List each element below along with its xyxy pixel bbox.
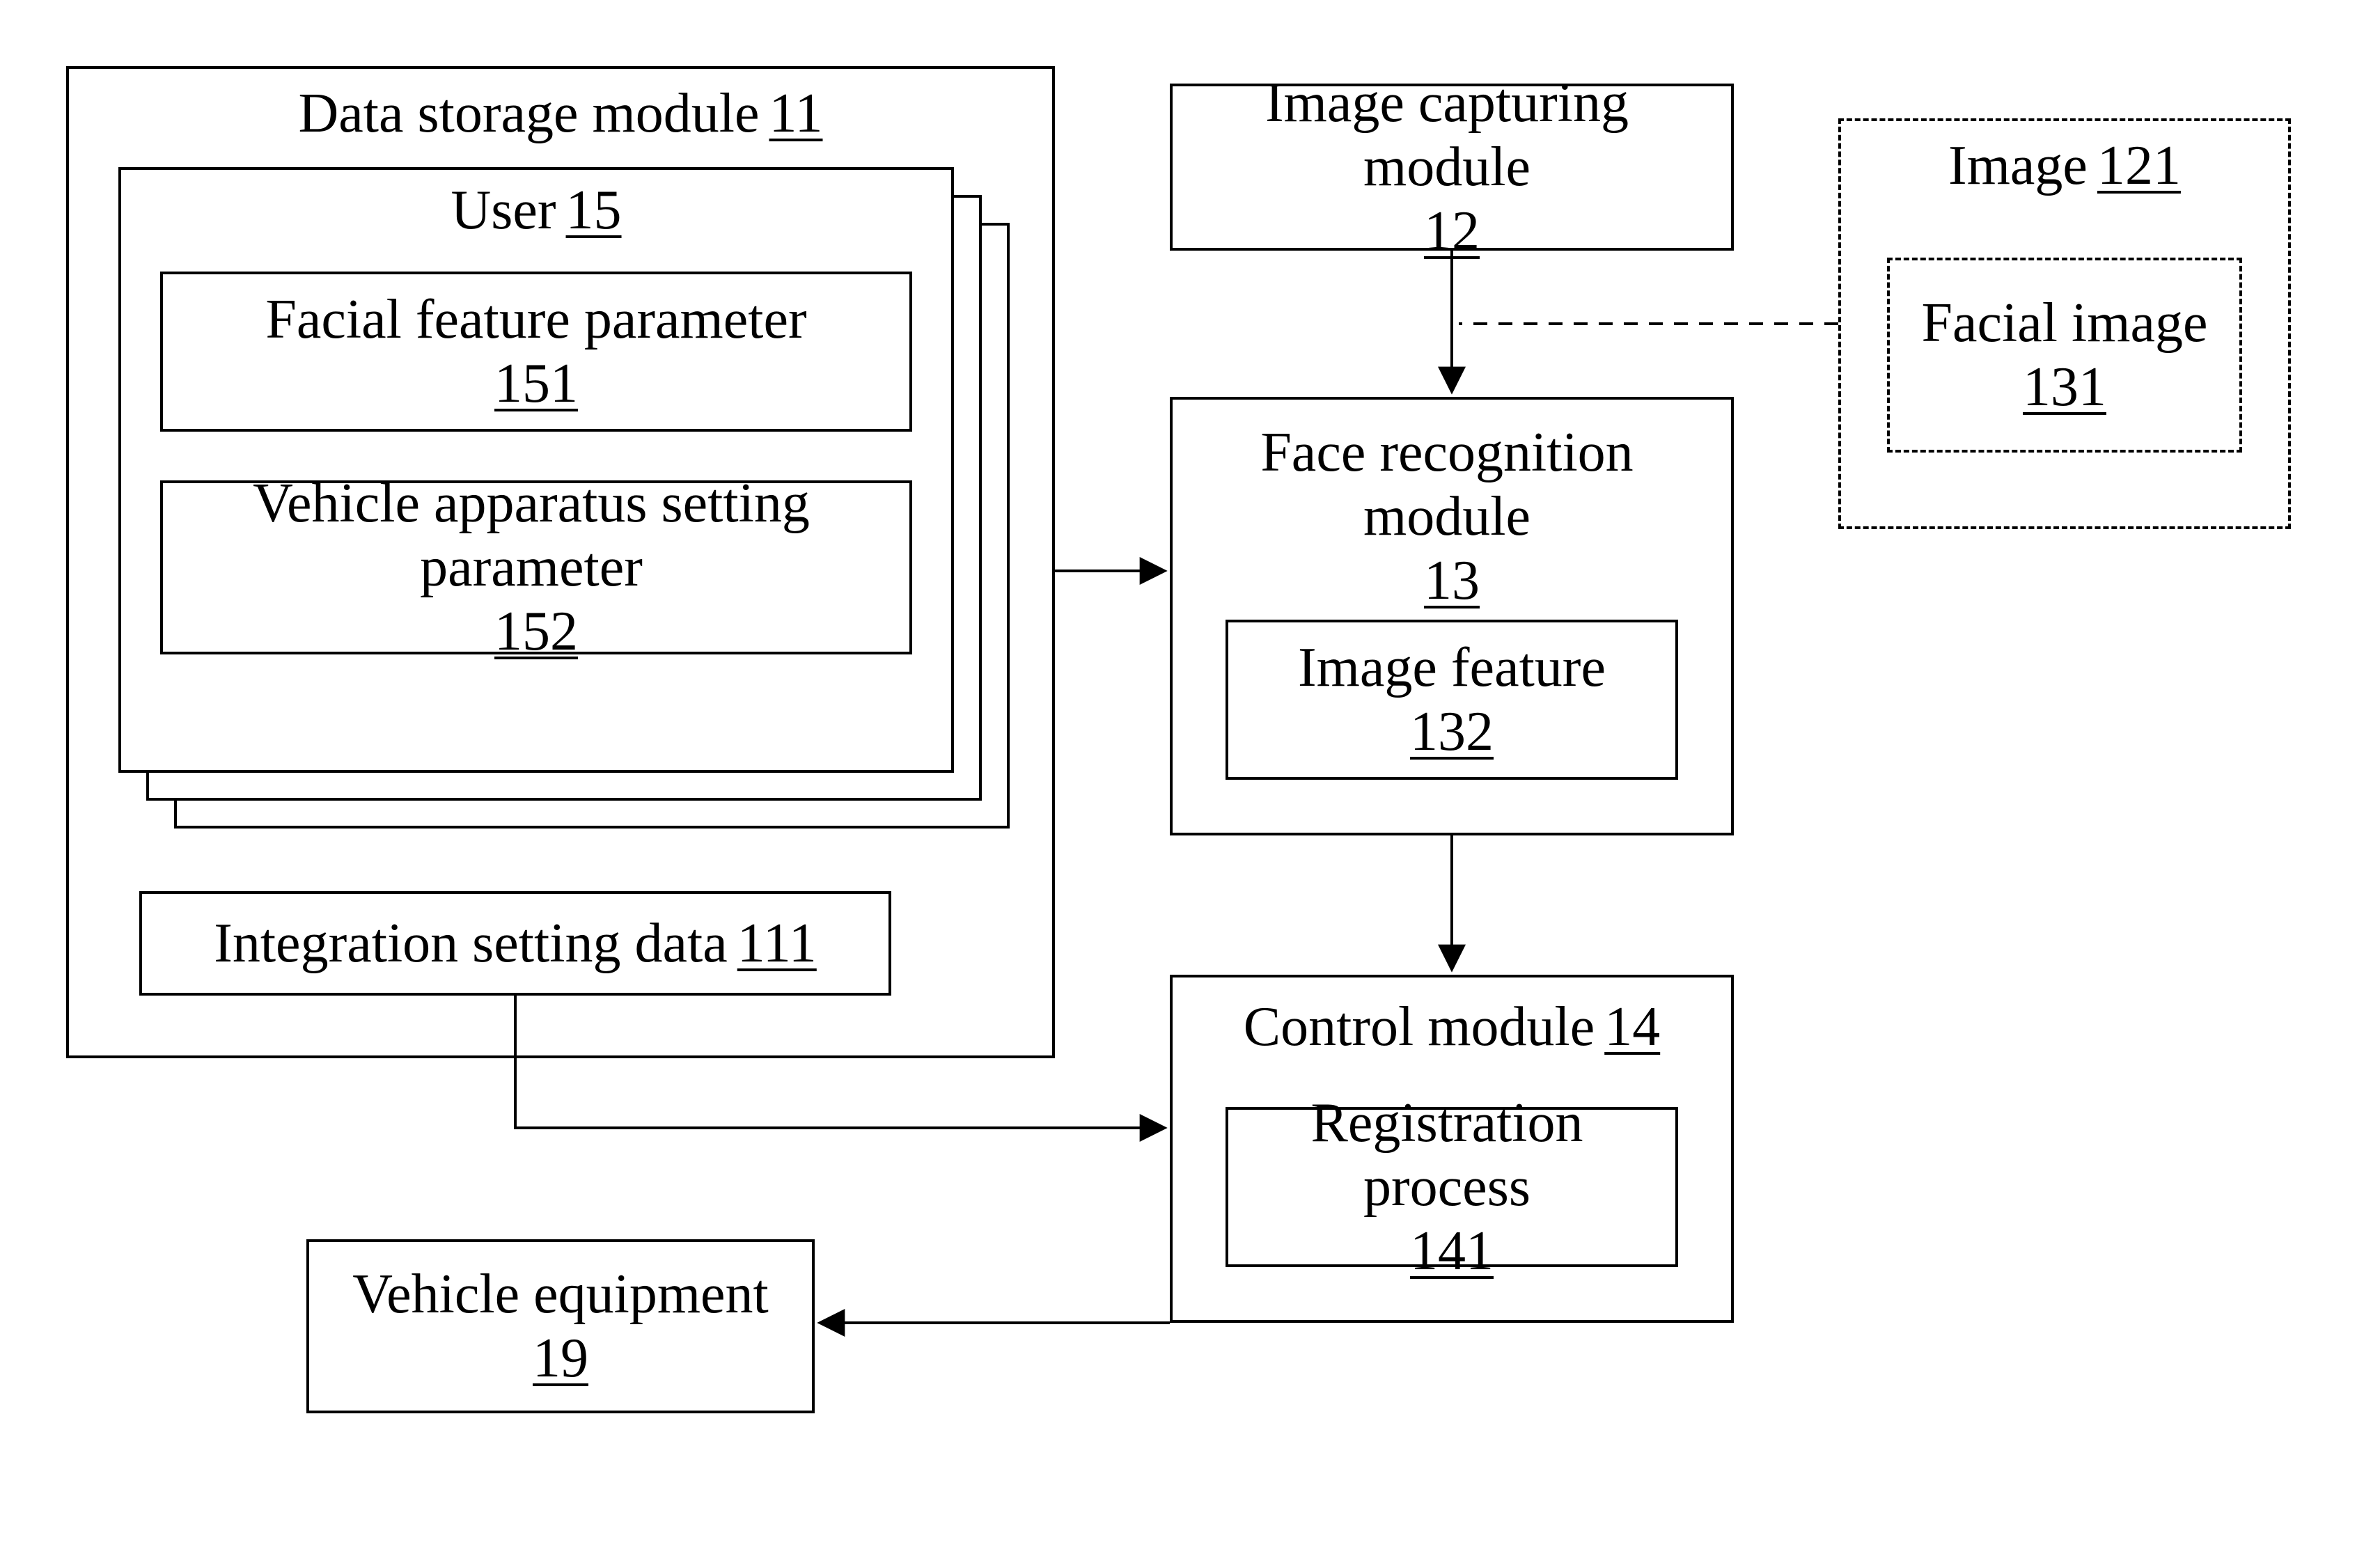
text-vehicle-setting-param: Vehicle apparatus setting parameter 152: [163, 471, 909, 663]
title-image: Image 121: [1948, 134, 2181, 198]
num-facial-feature-param: 151: [494, 352, 578, 416]
box-user: User 15: [118, 167, 954, 773]
box-integration-setting: Integration setting data 111: [139, 891, 891, 996]
title-integration-setting: Integration setting data 111: [214, 911, 817, 975]
label-registration-process: Registration process: [1242, 1091, 1652, 1219]
num-integration-setting: 111: [737, 911, 817, 975]
box-image-capturing: Image capturing module 12: [1170, 84, 1734, 251]
text-facial-feature-param: Facial feature parameter 151: [163, 288, 909, 416]
box-vehicle-setting-param: Vehicle apparatus setting parameter 152: [160, 480, 912, 654]
label-user: User: [451, 178, 556, 242]
label-integration-setting: Integration setting data: [214, 911, 728, 975]
num-vehicle-setting-param: 152: [494, 599, 578, 663]
box-registration-process: Registration process 141: [1226, 1107, 1678, 1267]
text-facial-image: Facial image 131: [1890, 291, 2239, 419]
num-registration-process: 141: [1410, 1219, 1494, 1283]
box-vehicle-equipment: Vehicle equipment 19: [306, 1239, 815, 1413]
box-facial-feature-param: Facial feature parameter 151: [160, 272, 912, 432]
num-data-storage: 11: [769, 81, 822, 146]
num-image: 121: [2097, 134, 2181, 198]
text-image-capturing: Image capturing module 12: [1173, 71, 1731, 263]
label-image-capturing: Image capturing module: [1187, 71, 1707, 199]
text-face-recognition: Face recognition module 13: [1173, 421, 1731, 613]
box-image-feature: Image feature 132: [1226, 620, 1678, 780]
label-facial-feature-param: Facial feature parameter: [265, 288, 806, 352]
label-vehicle-setting-param: Vehicle apparatus setting parameter: [177, 471, 886, 599]
text-registration-process: Registration process 141: [1228, 1091, 1675, 1283]
box-facial-image: Facial image 131: [1887, 258, 2242, 453]
num-vehicle-equipment: 19: [533, 1326, 588, 1390]
num-user: 15: [566, 178, 622, 242]
text-vehicle-equipment: Vehicle equipment 19: [309, 1262, 812, 1390]
num-image-feature: 132: [1410, 700, 1494, 764]
label-data-storage: Data storage module: [298, 81, 759, 146]
text-image-feature: Image feature 132: [1228, 636, 1675, 764]
num-face-recognition: 13: [1424, 549, 1480, 613]
label-face-recognition: Face recognition module: [1187, 421, 1707, 549]
num-image-capturing: 12: [1424, 199, 1480, 263]
label-image-feature: Image feature: [1298, 636, 1606, 700]
title-user: User 15: [451, 178, 621, 242]
label-vehicle-equipment: Vehicle equipment: [352, 1262, 769, 1326]
label-facial-image: Facial image: [1922, 291, 2208, 355]
num-facial-image: 131: [2023, 355, 2106, 419]
label-image: Image: [1948, 134, 2088, 198]
title-control: Control module 14: [1244, 995, 1660, 1059]
label-control: Control module: [1244, 995, 1595, 1059]
num-control: 14: [1604, 995, 1660, 1059]
diagram-canvas: Data storage module 11 User 15 Facial fe…: [0, 0, 2380, 1547]
title-data-storage: Data storage module 11: [298, 81, 822, 146]
